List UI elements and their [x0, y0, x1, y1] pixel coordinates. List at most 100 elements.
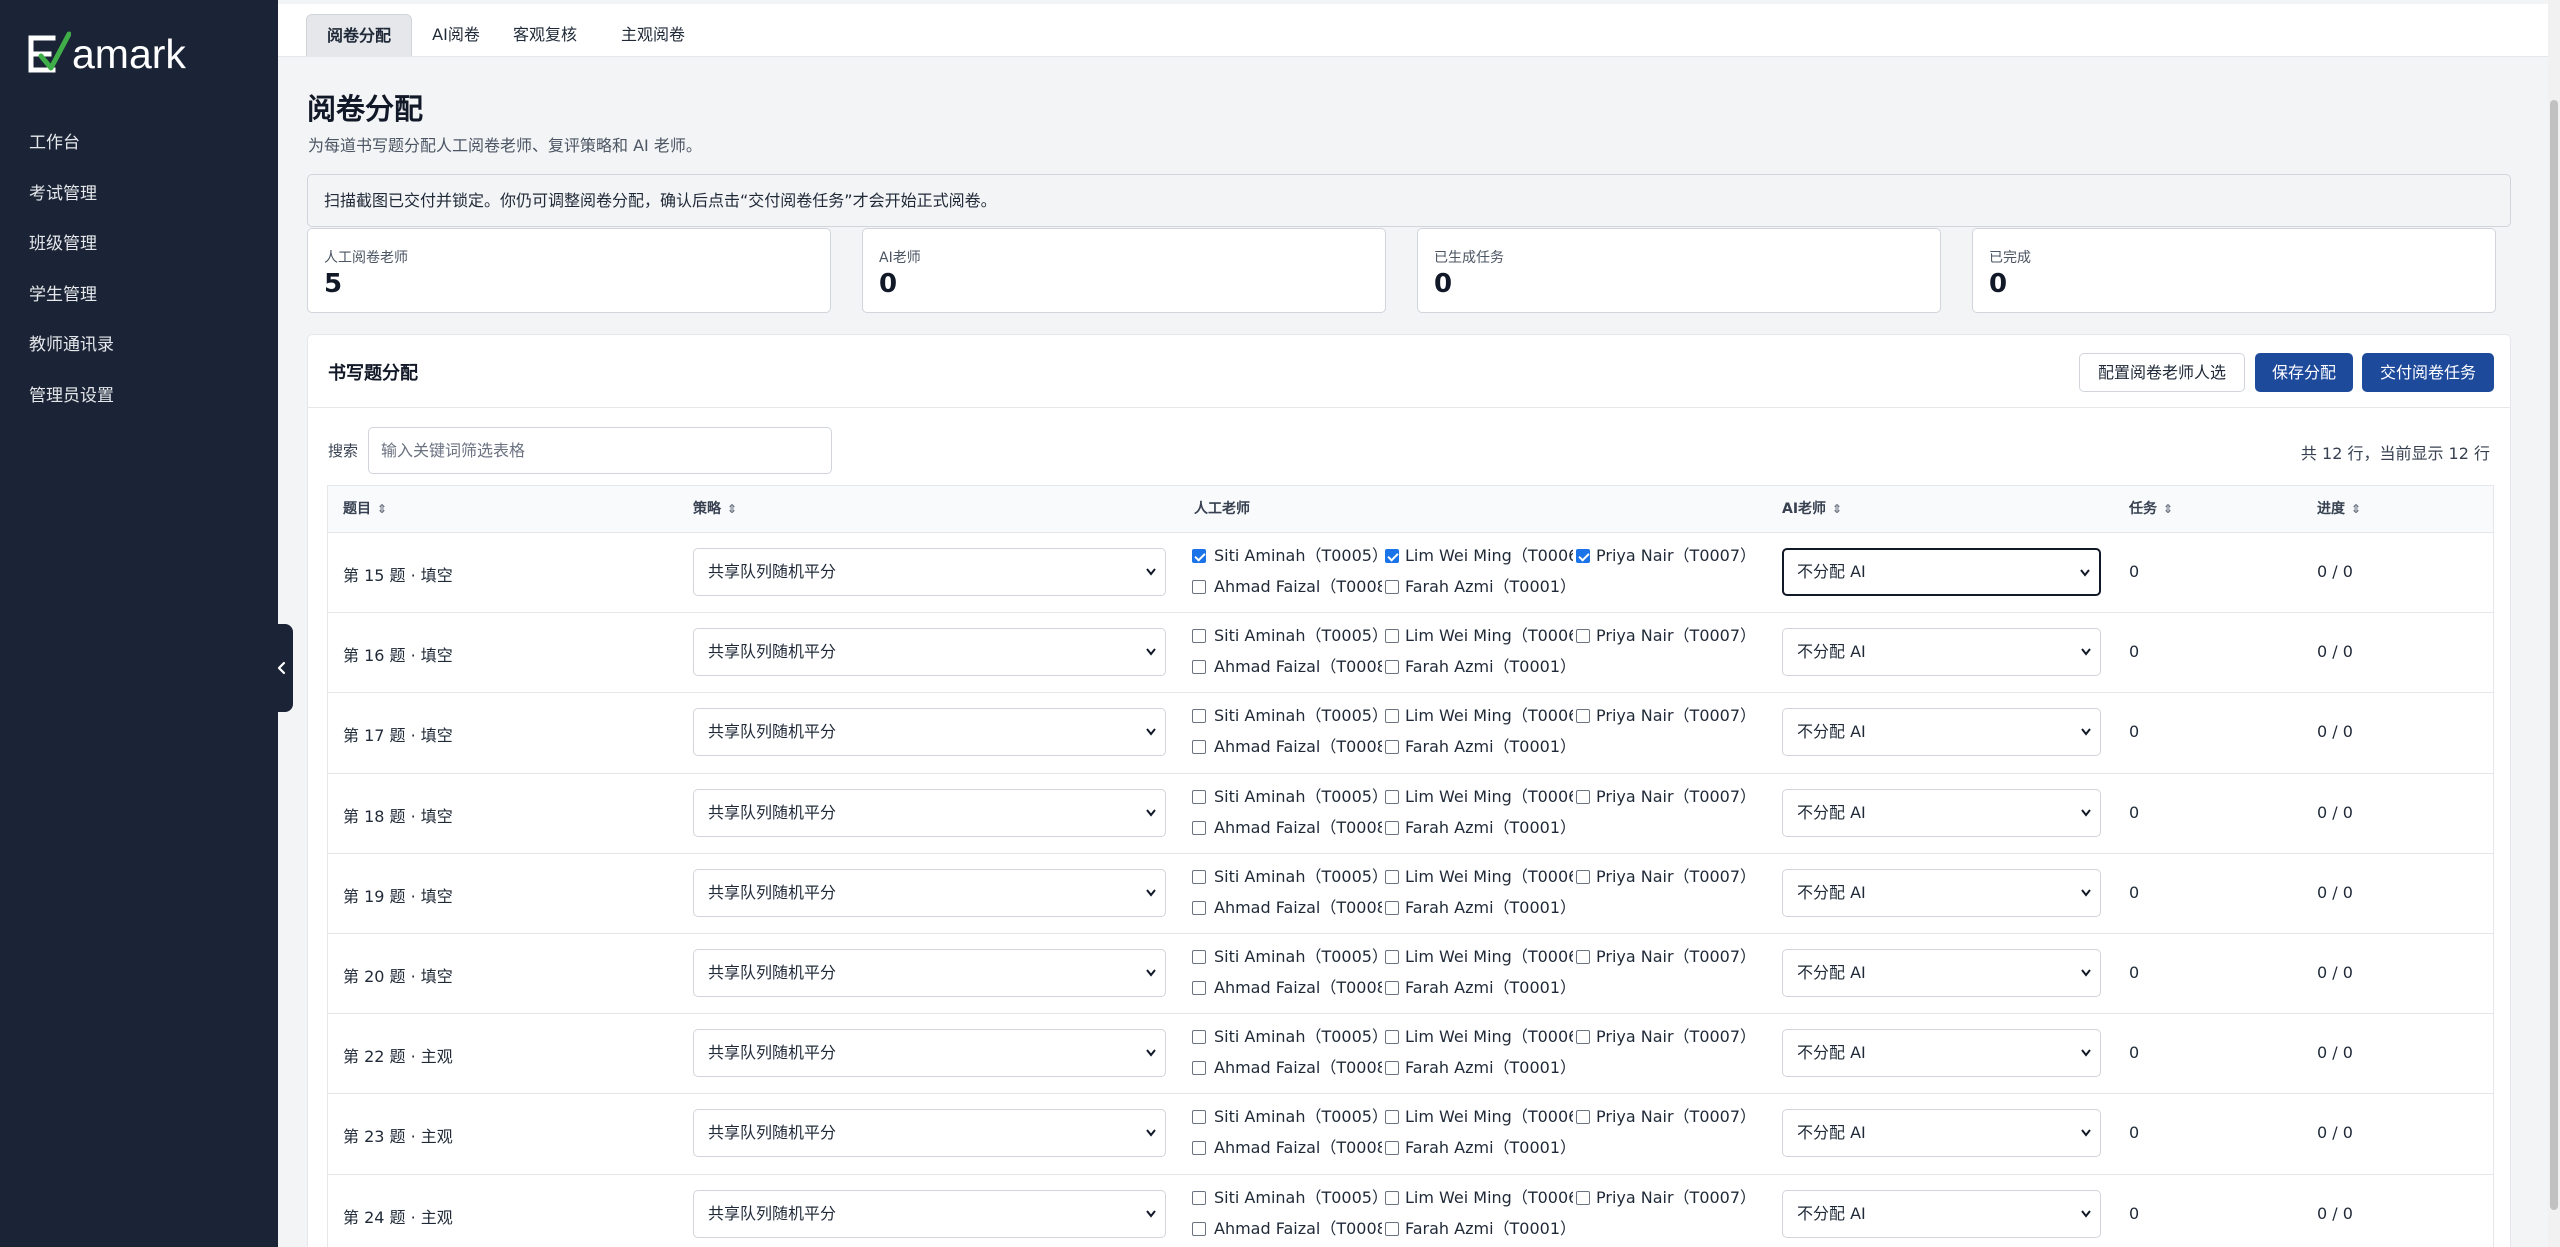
strategy-select[interactable]: 共享队列随机平分 [693, 708, 1166, 757]
sort-icon: ⇕ [377, 502, 388, 516]
teacher-option-label: Priya Nair（T0007） [1596, 546, 1757, 565]
teacher-checkbox[interactable] [1192, 740, 1206, 755]
teacher-checkbox[interactable] [1192, 629, 1206, 644]
sidebar-item-admin[interactable]: 管理员设置 [0, 371, 278, 422]
header-tasks[interactable]: 任务 ⇕ [2129, 486, 2173, 533]
teacher-checkbox[interactable] [1385, 1061, 1399, 1076]
teacher-checkbox[interactable] [1385, 980, 1399, 995]
assignment-panel: 书写题分配 配置阅卷老师人选 保存分配 交付阅卷任务 搜索 共 12 行，当前显… [307, 334, 2511, 1247]
teacher-checkbox[interactable] [1385, 740, 1399, 755]
tab-ai-grading[interactable]: AI阅卷 [420, 14, 492, 56]
teacher-checkbox[interactable] [1192, 1190, 1206, 1205]
teacher-checkbox[interactable] [1576, 629, 1590, 644]
ai-teacher-select[interactable]: 不分配 AI [1782, 1189, 2101, 1238]
ai-teacher-select[interactable]: 不分配 AI [1782, 788, 2101, 837]
stat-label: 已生成任务 [1434, 250, 1504, 266]
teacher-checkbox[interactable] [1576, 1030, 1590, 1045]
header-ai[interactable]: AI老师 ⇕ [1782, 486, 1842, 533]
header-strategy[interactable]: 策略 ⇕ [693, 486, 737, 533]
chevron-down-icon [2080, 1110, 2092, 1175]
tab-assignment[interactable]: 阅卷分配 [306, 14, 412, 56]
sidebar-item-students[interactable]: 学生管理 [0, 270, 278, 321]
teacher-checkbox[interactable] [1385, 789, 1399, 804]
teacher-checkbox[interactable] [1576, 709, 1590, 724]
teacher-checkbox[interactable] [1576, 869, 1590, 884]
chevron-down-icon [2080, 870, 2092, 935]
save-assignment-button[interactable]: 保存分配 [2255, 353, 2353, 392]
deliver-tasks-button[interactable]: 交付阅卷任务 [2362, 353, 2494, 392]
teacher-checkbox[interactable] [1192, 789, 1206, 804]
sidebar-item-workbench[interactable]: 工作台 [0, 118, 278, 169]
teacher-checkbox[interactable] [1192, 709, 1206, 724]
header-question-label: 题目 [343, 501, 371, 517]
strategy-select[interactable]: 共享队列随机平分 [693, 868, 1166, 917]
teacher-checkbox[interactable] [1385, 869, 1399, 884]
sidebar-item-teachers[interactable]: 教师通讯录 [0, 320, 278, 371]
teacher-checkbox[interactable] [1192, 949, 1206, 964]
strategy-select[interactable]: 共享队列随机平分 [693, 948, 1166, 997]
strategy-select[interactable]: 共享队列随机平分 [693, 1029, 1166, 1078]
ai-teacher-select[interactable]: 不分配 AI [1782, 868, 2101, 917]
strategy-select[interactable]: 共享队列随机平分 [693, 788, 1166, 837]
sidebar-item-exams[interactable]: 考试管理 [0, 169, 278, 220]
teacher-checkbox[interactable] [1192, 980, 1206, 995]
teacher-checkbox[interactable] [1385, 1141, 1399, 1156]
teacher-checkbox[interactable] [1192, 820, 1206, 835]
teacher-option-label: Ahmad Faizal（T0008） [1214, 737, 1382, 757]
teacher-option-label: Lim Wei Ming（T0006） [1405, 706, 1573, 726]
teacher-checkbox[interactable] [1576, 549, 1590, 563]
teacher-checkbox[interactable] [1385, 629, 1399, 644]
sidebar-item-classes[interactable]: 班级管理 [0, 219, 278, 270]
search-input[interactable] [368, 427, 832, 474]
configure-teachers-button[interactable]: 配置阅卷老师人选 [2079, 353, 2245, 392]
ai-teacher-select[interactable]: 不分配 AI [1782, 1029, 2101, 1078]
tab-objective-review[interactable]: 客观复核 [500, 14, 590, 56]
header-progress[interactable]: 进度 ⇕ [2317, 486, 2361, 533]
teacher-checkbox[interactable] [1385, 709, 1399, 724]
progress-value: 0 / 0 [2317, 562, 2353, 581]
teacher-checkbox[interactable] [1385, 949, 1399, 964]
strategy-value: 共享队列随机平分 [708, 882, 837, 902]
ai-teacher-select[interactable]: 不分配 AI [1782, 628, 2101, 677]
teacher-checkbox[interactable] [1192, 869, 1206, 884]
teacher-checkbox[interactable] [1576, 789, 1590, 804]
teacher-checkbox[interactable] [1192, 1110, 1206, 1125]
strategy-value: 共享队列随机平分 [708, 562, 837, 581]
teacher-checkbox[interactable] [1385, 1030, 1399, 1045]
teacher-checkbox[interactable] [1385, 549, 1399, 563]
teacher-checkbox[interactable] [1385, 580, 1399, 594]
ai-teacher-select[interactable]: 不分配 AI [1782, 948, 2101, 997]
teacher-checkbox[interactable] [1576, 1110, 1590, 1125]
teacher-checkbox[interactable] [1385, 1221, 1399, 1236]
page-scrollbar[interactable] [2548, 0, 2560, 1247]
teacher-checkbox[interactable] [1192, 1061, 1206, 1076]
ai-teacher-select[interactable]: 不分配 AI [1782, 548, 2101, 596]
teacher-checkbox[interactable] [1385, 1110, 1399, 1125]
teacher-checkbox[interactable] [1576, 949, 1590, 964]
scrollbar-thumb[interactable] [2550, 100, 2558, 1210]
header-question[interactable]: 题目 ⇕ [343, 486, 387, 533]
logo[interactable]: amark [27, 28, 186, 80]
teacher-checkbox[interactable] [1385, 660, 1399, 675]
strategy-select[interactable]: 共享队列随机平分 [693, 548, 1166, 596]
ai-teacher-select[interactable]: 不分配 AI [1782, 708, 2101, 757]
strategy-select[interactable]: 共享队列随机平分 [693, 1189, 1166, 1238]
teacher-checkbox[interactable] [1192, 549, 1206, 563]
header-ai-label: AI老师 [1782, 501, 1827, 517]
teacher-checkbox[interactable] [1385, 820, 1399, 835]
teacher-checkbox[interactable] [1192, 1141, 1206, 1156]
task-count: 0 [2129, 642, 2140, 662]
strategy-select[interactable]: 共享队列随机平分 [693, 1109, 1166, 1158]
table-row: 第 23 题 · 主观 共享队列随机平分 Siti Aminah（T0005） Lim… [328, 1094, 2493, 1175]
teacher-checkbox[interactable] [1192, 1030, 1206, 1045]
teacher-checkbox[interactable] [1385, 900, 1399, 915]
strategy-select[interactable]: 共享队列随机平分 [693, 628, 1166, 677]
teacher-checkbox[interactable] [1192, 580, 1206, 594]
teacher-checkbox[interactable] [1576, 1190, 1590, 1205]
teacher-checkbox[interactable] [1192, 660, 1206, 675]
teacher-checkbox[interactable] [1192, 900, 1206, 915]
teacher-checkbox[interactable] [1385, 1190, 1399, 1205]
ai-teacher-select[interactable]: 不分配 AI [1782, 1109, 2101, 1158]
tab-subjective-grading[interactable]: 主观阅卷 [608, 14, 698, 56]
teacher-checkbox[interactable] [1192, 1221, 1206, 1236]
